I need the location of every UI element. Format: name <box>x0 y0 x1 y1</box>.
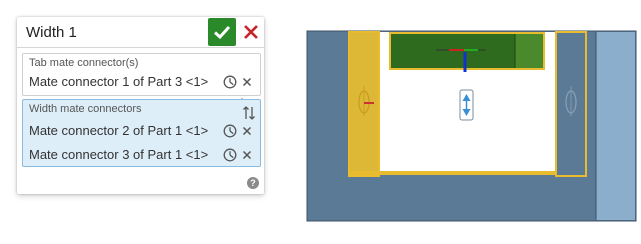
mate-connector-entry: Mate connector 2 of Part 1 <1> <box>29 123 209 138</box>
model-viewport[interactable] <box>306 30 638 222</box>
close-icon <box>244 25 258 39</box>
list-item[interactable]: Mate connector 3 of Part 1 <1> <box>23 145 260 165</box>
clock-icon[interactable] <box>223 148 237 162</box>
side-face <box>596 32 635 220</box>
tab-part-end-face <box>515 34 543 68</box>
clock-icon[interactable] <box>223 124 237 138</box>
width-mate-connectors-label: Width mate connectors <box>29 103 142 115</box>
clock-icon[interactable] <box>223 75 237 89</box>
mate-connector-entry: Mate connector 1 of Part 3 <1> <box>29 74 209 89</box>
tab-mate-connector-label: Tab mate connector(s) <box>29 57 139 69</box>
confirm-button[interactable] <box>208 18 236 46</box>
highlighted-face-bottom <box>349 171 556 175</box>
width-mate-connectors-field[interactable]: Width mate connectors Mate connector 2 o… <box>22 99 261 167</box>
remove-icon[interactable] <box>242 126 252 136</box>
dialog-title: Width 1 <box>26 24 77 41</box>
list-item[interactable]: Mate connector 2 of Part 1 <1> <box>23 121 260 141</box>
mate-connector-entry: Mate connector 3 of Part 1 <1> <box>29 147 209 162</box>
tab-mate-connector-field[interactable]: Tab mate connector(s) Mate connector 1 o… <box>22 53 261 96</box>
remove-icon[interactable] <box>242 77 252 87</box>
cancel-button[interactable] <box>239 20 263 44</box>
list-item[interactable]: Mate connector 1 of Part 3 <1> <box>23 72 260 92</box>
dialog-header: Width 1 <box>17 17 264 48</box>
remove-icon[interactable] <box>242 150 252 160</box>
width-mate-dialog: Width 1 Tab mate connector(s) Mate conne… <box>17 17 264 194</box>
sort-icon[interactable] <box>242 105 256 121</box>
checkmark-icon <box>213 25 231 40</box>
help-icon[interactable]: ? <box>247 177 259 189</box>
